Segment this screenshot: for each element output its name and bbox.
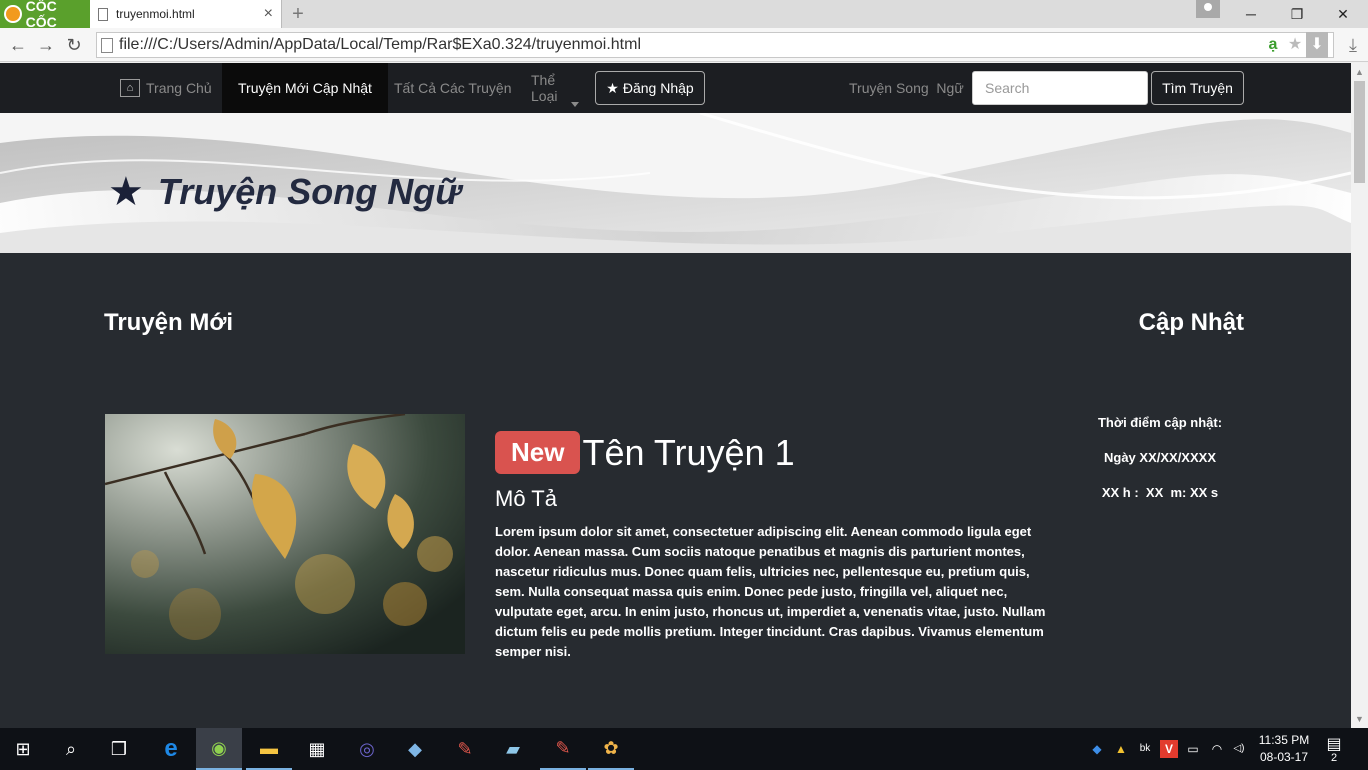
new-badge: New bbox=[495, 431, 581, 474]
nav-genres-dropdown[interactable]: Thể Loại bbox=[531, 63, 581, 113]
task-view-icon[interactable]: ❒ bbox=[96, 728, 142, 770]
login-button[interactable]: ★ Đăng Nhập bbox=[595, 71, 705, 105]
back-button[interactable]: ← bbox=[6, 33, 30, 57]
user-profile-icon[interactable] bbox=[1196, 0, 1220, 18]
battery-icon[interactable]: ▭ bbox=[1184, 740, 1202, 758]
app-cube-icon[interactable]: ◆ bbox=[392, 728, 438, 770]
page-scrollbar[interactable]: ▲ ▼ bbox=[1351, 63, 1368, 728]
close-window-button[interactable]: ✕ bbox=[1320, 0, 1366, 28]
nav-bilingual-label: Truyện Song Ngữ bbox=[849, 80, 964, 96]
addon-a-icon[interactable]: ạ bbox=[1262, 32, 1284, 58]
page-viewport: ⌂ Trang Chủ Truyện Mới Cập Nhật Tất Cả C… bbox=[0, 63, 1351, 728]
scroll-down-icon[interactable]: ▼ bbox=[1355, 714, 1364, 724]
downloads-icon[interactable]: ⤓ bbox=[1340, 32, 1366, 58]
volume-icon[interactable]: ◁) bbox=[1230, 740, 1248, 758]
update-time: XX h : XX m: XX s bbox=[1101, 485, 1219, 500]
login-label: Đăng Nhập bbox=[622, 80, 694, 96]
addon-download-icon[interactable]: ⬇ bbox=[1306, 32, 1328, 58]
clock-time: 11:35 PM bbox=[1258, 733, 1310, 747]
address-toolbar: ← → ↻ file:///C:/Users/Admin/AppData/Loc… bbox=[0, 28, 1368, 62]
dropbox-icon[interactable]: ◆ bbox=[1088, 740, 1106, 758]
new-tab-button[interactable]: + bbox=[288, 3, 308, 26]
start-button[interactable]: ⊞ bbox=[0, 728, 46, 770]
app-pen2-icon[interactable]: ✎ bbox=[540, 728, 586, 770]
section-updated-heading: Cập Nhật bbox=[1138, 309, 1244, 336]
update-date: Ngày XX/XX/XXXX bbox=[1104, 450, 1216, 465]
wifi-icon[interactable]: ◠ bbox=[1208, 740, 1226, 758]
coccoc-menu-button[interactable]: CỐC CỐC bbox=[0, 0, 90, 30]
bookmark-star-icon[interactable]: ★ bbox=[1284, 32, 1306, 58]
nav-all-label: Tất Cả Các Truyện bbox=[394, 80, 512, 96]
unikey-icon[interactable]: bk bbox=[1136, 740, 1154, 758]
reload-button[interactable]: ↻ bbox=[62, 33, 86, 57]
page-icon bbox=[98, 7, 108, 21]
search-button[interactable]: Tìm Truyện bbox=[1151, 71, 1244, 105]
app-book-icon[interactable]: ▰ bbox=[490, 728, 536, 770]
home-icon: ⌂ bbox=[120, 79, 140, 97]
nav-home-label: Trang Chủ bbox=[146, 80, 212, 96]
file-explorer-icon[interactable]: ▬ bbox=[246, 728, 292, 770]
banner-title-text: Truyện Song Ngữ bbox=[157, 171, 461, 212]
brand-label: CỐC CỐC bbox=[25, 0, 57, 30]
site-navbar: ⌂ Trang Chủ Truyện Mới Cập Nhật Tất Cả C… bbox=[0, 63, 1351, 113]
star-icon: ★ bbox=[108, 170, 144, 214]
tab-title: truyenmoi.html bbox=[116, 7, 195, 21]
clock[interactable]: 11:35 PM 08-03-17 bbox=[1254, 732, 1314, 766]
story-description-heading: Mô Tả bbox=[495, 486, 557, 511]
scrollbar-thumb[interactable] bbox=[1354, 81, 1365, 183]
banner: ★ Truyện Song Ngữ bbox=[0, 113, 1351, 253]
tab-truyenmoi[interactable]: truyenmoi.html × bbox=[90, 0, 282, 28]
chevron-down-icon bbox=[571, 102, 579, 107]
autumn-leaves-image bbox=[105, 414, 465, 654]
nav-home[interactable]: ⌂ Trang Chủ bbox=[120, 63, 212, 113]
update-info: Thời điểm cập nhật: Ngày XX/XX/XXXX XX h… bbox=[1084, 415, 1236, 520]
nav-recent-updates[interactable]: Truyện Mới Cập Nhật bbox=[222, 63, 388, 113]
restore-button[interactable]: ❐ bbox=[1274, 0, 1320, 28]
notifications-icon[interactable]: ▤ 2 bbox=[1322, 736, 1346, 765]
windows-taskbar: ⊞ ⌕ ❒ e ◉ ▬ ▦ ◎ ◆ ✎ ▰ ✎ ✿ ◆ ▲ bk V ▭ ◠ ◁… bbox=[0, 728, 1368, 770]
scroll-up-icon[interactable]: ▲ bbox=[1355, 67, 1364, 77]
store-icon[interactable]: ▦ bbox=[294, 728, 340, 770]
nav-bilingual[interactable]: Truyện Song Ngữ bbox=[849, 63, 964, 113]
google-drive-icon[interactable]: ▲ bbox=[1112, 740, 1130, 758]
file-icon bbox=[101, 37, 113, 53]
tab-close-icon[interactable]: × bbox=[264, 5, 273, 23]
coccoc-taskbar-icon[interactable]: ◉ bbox=[196, 728, 242, 770]
app-pen-icon[interactable]: ✎ bbox=[442, 728, 488, 770]
search-input[interactable] bbox=[972, 71, 1148, 105]
url-text: file:///C:/Users/Admin/AppData/Local/Tem… bbox=[119, 36, 642, 53]
url-bar[interactable]: file:///C:/Users/Admin/AppData/Local/Tem… bbox=[96, 32, 1334, 58]
banner-title: ★ Truyện Song Ngữ bbox=[108, 169, 461, 215]
coccoc-logo-icon bbox=[4, 5, 22, 23]
story-card: New Tên Truyện 1 Mô Tả Lorem ipsum dolor… bbox=[495, 431, 1055, 662]
message-icon: ▤ bbox=[1326, 736, 1342, 753]
story-cover-image[interactable] bbox=[105, 414, 465, 654]
update-label: Thời điểm cập nhật: bbox=[1097, 415, 1223, 430]
notification-count: 2 bbox=[1330, 752, 1338, 764]
clock-date: 08-03-17 bbox=[1259, 750, 1309, 764]
section-new-stories-heading: Truyện Mới bbox=[104, 309, 234, 336]
minimize-button[interactable]: ─ bbox=[1228, 0, 1274, 28]
eclipse-icon[interactable]: ◎ bbox=[344, 728, 390, 770]
edge-icon[interactable]: e bbox=[148, 728, 194, 770]
story-description-text: Lorem ipsum dolor sit amet, consectetuer… bbox=[495, 524, 1046, 659]
story-header: New Tên Truyện 1 bbox=[495, 431, 1055, 474]
search-icon[interactable]: ⌕ bbox=[48, 728, 94, 770]
forward-button[interactable]: → bbox=[34, 33, 58, 57]
browser-tab-bar: CỐC CỐC truyenmoi.html × + ─ ❐ ✕ bbox=[0, 0, 1368, 30]
nav-all-stories[interactable]: Tất Cả Các Truyện bbox=[394, 63, 512, 113]
paint-icon[interactable]: ✿ bbox=[588, 728, 634, 770]
nav-genres-label: Thể Loại bbox=[531, 72, 558, 104]
star-icon: ★ bbox=[606, 79, 619, 96]
antivirus-icon[interactable]: V bbox=[1160, 740, 1178, 758]
story-title[interactable]: Tên Truyện 1 bbox=[582, 432, 794, 474]
nav-recent-label: Truyện Mới Cập Nhật bbox=[238, 80, 372, 96]
